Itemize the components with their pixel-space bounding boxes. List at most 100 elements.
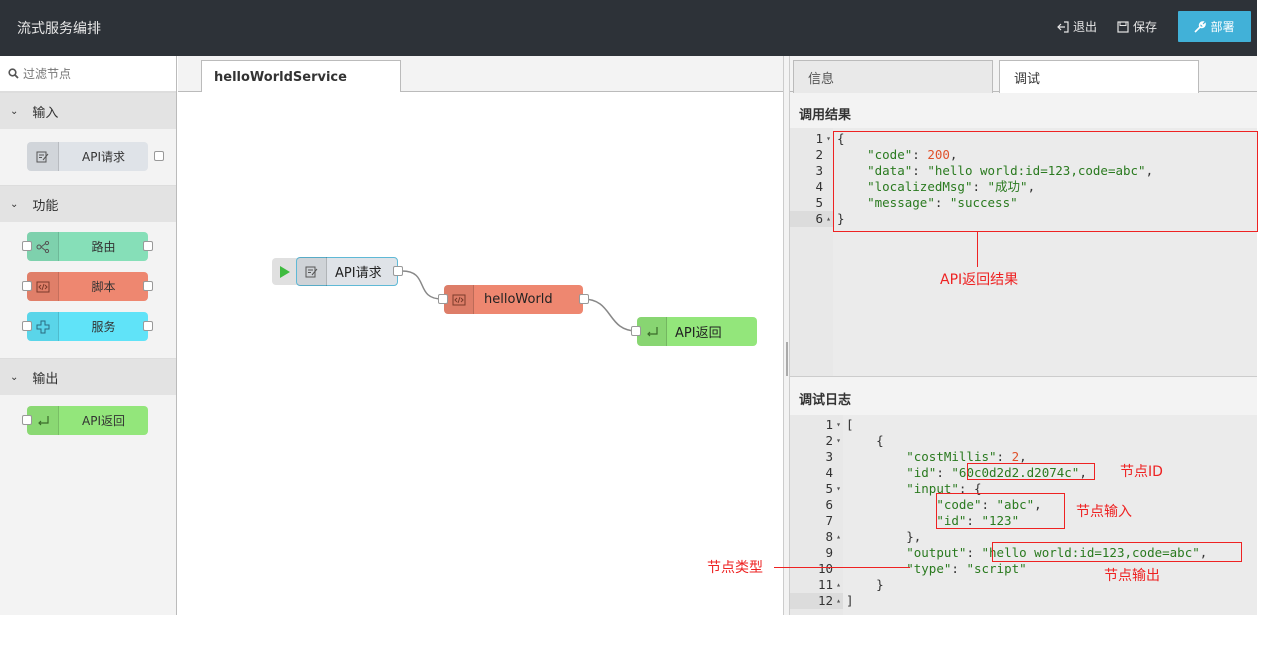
edit-icon <box>297 257 327 286</box>
save-icon <box>1117 20 1129 33</box>
input-port[interactable] <box>22 415 32 425</box>
wire-script-to-response <box>582 298 638 332</box>
input-port[interactable] <box>22 281 32 291</box>
fold-close-icon[interactable]: ▴ <box>836 577 841 593</box>
filter-input[interactable] <box>23 66 173 81</box>
deploy-button[interactable]: 部署 <box>1178 11 1251 42</box>
line-number: 12 ▴ <box>790 593 843 609</box>
node-palette: ⌄ 输入 API请求 ⌄ 功能 路由 脚本 服务 <box>0 56 177 615</box>
category-input-header[interactable]: ⌄ 输入 <box>0 92 176 129</box>
input-port[interactable] <box>631 326 641 336</box>
code-line: { <box>846 433 884 448</box>
line-number: 6 ▴ <box>790 211 833 227</box>
output-port[interactable] <box>579 294 589 304</box>
code-icon <box>444 285 474 314</box>
palette-node-script[interactable]: 脚本 <box>22 272 153 301</box>
wrench-icon <box>1194 20 1207 33</box>
line-number: 11 ▴ <box>817 577 841 593</box>
flow-node-label: API请求 <box>335 266 382 281</box>
line-number: 3 <box>815 163 823 178</box>
palette-node-api-request[interactable]: API请求 <box>27 142 164 171</box>
category-output-body: API返回 <box>0 395 176 453</box>
line-gutter: 1 ▾ 2 3 4 5 6 ▴ <box>790 128 833 376</box>
inject-play-button[interactable] <box>272 258 298 285</box>
line-number: 1 ▾ <box>815 131 831 147</box>
line-number: 7 <box>825 513 833 528</box>
sidebar-tabbar: 信息 调试 <box>790 56 1257 93</box>
category-output-header[interactable]: ⌄ 输出 <box>0 358 176 395</box>
output-port[interactable] <box>154 151 164 161</box>
line-number: 1 ▾ <box>825 417 841 433</box>
chevron-down-icon: ⌄ <box>10 371 19 383</box>
play-icon <box>280 265 290 278</box>
palette-node-label: 服务 <box>91 320 116 334</box>
type-annotation-line <box>774 567 910 568</box>
result-section-title: 调用结果 <box>790 92 1257 128</box>
palette-node-service[interactable]: 服务 <box>22 312 153 341</box>
result-annotation-line <box>977 232 978 267</box>
result-highlight-box <box>833 131 1258 232</box>
output-port[interactable] <box>143 241 153 251</box>
line-number: 5 ▾ <box>825 481 841 497</box>
flow-node-hello-world-script[interactable]: helloWorld <box>438 285 589 314</box>
line-number: 5 <box>815 195 823 210</box>
app-title: 流式服务编排 <box>17 21 101 37</box>
fold-close-icon[interactable]: ▴ <box>826 211 831 227</box>
fold-open-icon[interactable]: ▾ <box>826 131 831 147</box>
workspace-splitter[interactable] <box>783 56 790 615</box>
chevron-down-icon: ⌄ <box>10 105 19 117</box>
id-highlight-box <box>967 463 1095 480</box>
save-label: 保存 <box>1133 20 1158 34</box>
node-id-annotation: 节点ID <box>1120 464 1163 480</box>
output-port[interactable] <box>393 266 403 276</box>
filter-bar <box>0 56 176 92</box>
node-type-annotation: 节点类型 <box>707 560 763 576</box>
flow-node-label: helloWorld <box>484 292 553 307</box>
fold-open-icon[interactable]: ▾ <box>836 481 841 497</box>
line-number: 10 <box>817 561 833 576</box>
code-line: [ <box>846 417 854 432</box>
wires <box>401 270 638 332</box>
category-input-body: API请求 <box>0 129 176 185</box>
exit-button[interactable]: 退出 <box>1057 18 1097 35</box>
line-number: 9 <box>825 545 833 560</box>
category-function-header[interactable]: ⌄ 功能 <box>0 185 176 222</box>
fold-close-icon[interactable]: ▴ <box>836 529 841 545</box>
palette-node-label: 路由 <box>91 240 116 254</box>
output-port[interactable] <box>143 281 153 291</box>
category-function-body: 路由 脚本 服务 <box>0 222 176 358</box>
tab-hello-world-service[interactable]: helloWorldService <box>201 60 401 93</box>
top-header: 流式服务编排 退出 保存 部署 <box>0 0 1257 56</box>
flow-node-api-request[interactable]: API请求 <box>296 257 403 286</box>
line-gutter: 1 ▾ 2 ▾ 3 4 5 ▾ 6 7 8 ▴ 9 10 11 ▴ 12 ▴ <box>790 415 843 615</box>
line-number: 2 <box>815 147 823 162</box>
input-port[interactable] <box>22 241 32 251</box>
fold-open-icon[interactable]: ▾ <box>836 433 841 449</box>
palette-node-label: API返回 <box>82 414 125 428</box>
chevron-down-icon: ⌄ <box>10 198 19 210</box>
splitter-grip[interactable] <box>786 342 788 376</box>
line-number: 4 <box>815 179 823 194</box>
edit-icon <box>27 142 59 171</box>
flow-canvas[interactable]: API请求 helloWorld API返回 <box>178 92 783 615</box>
category-label: 功能 <box>32 198 59 214</box>
fold-close-icon[interactable]: ▴ <box>836 593 841 609</box>
input-port[interactable] <box>22 321 32 331</box>
output-port[interactable] <box>143 321 153 331</box>
save-button[interactable]: 保存 <box>1117 18 1157 35</box>
palette-node-api-response[interactable]: API返回 <box>22 406 148 435</box>
palette-node-label: 脚本 <box>91 280 116 294</box>
line-number: 6 <box>825 497 833 512</box>
palette-node-label: API请求 <box>82 150 125 164</box>
tab-info[interactable]: 信息 <box>793 60 993 93</box>
input-port[interactable] <box>438 294 448 304</box>
fold-open-icon[interactable]: ▾ <box>836 417 841 433</box>
deploy-label: 部署 <box>1210 20 1235 34</box>
code-line: ] <box>846 593 854 608</box>
line-number: 3 <box>825 449 833 464</box>
line-number: 8 ▴ <box>825 529 841 545</box>
palette-node-route[interactable]: 路由 <box>22 232 153 261</box>
flow-node-api-response[interactable]: API返回 <box>631 317 757 346</box>
return-icon <box>637 317 667 346</box>
tab-debug[interactable]: 调试 <box>999 60 1199 93</box>
